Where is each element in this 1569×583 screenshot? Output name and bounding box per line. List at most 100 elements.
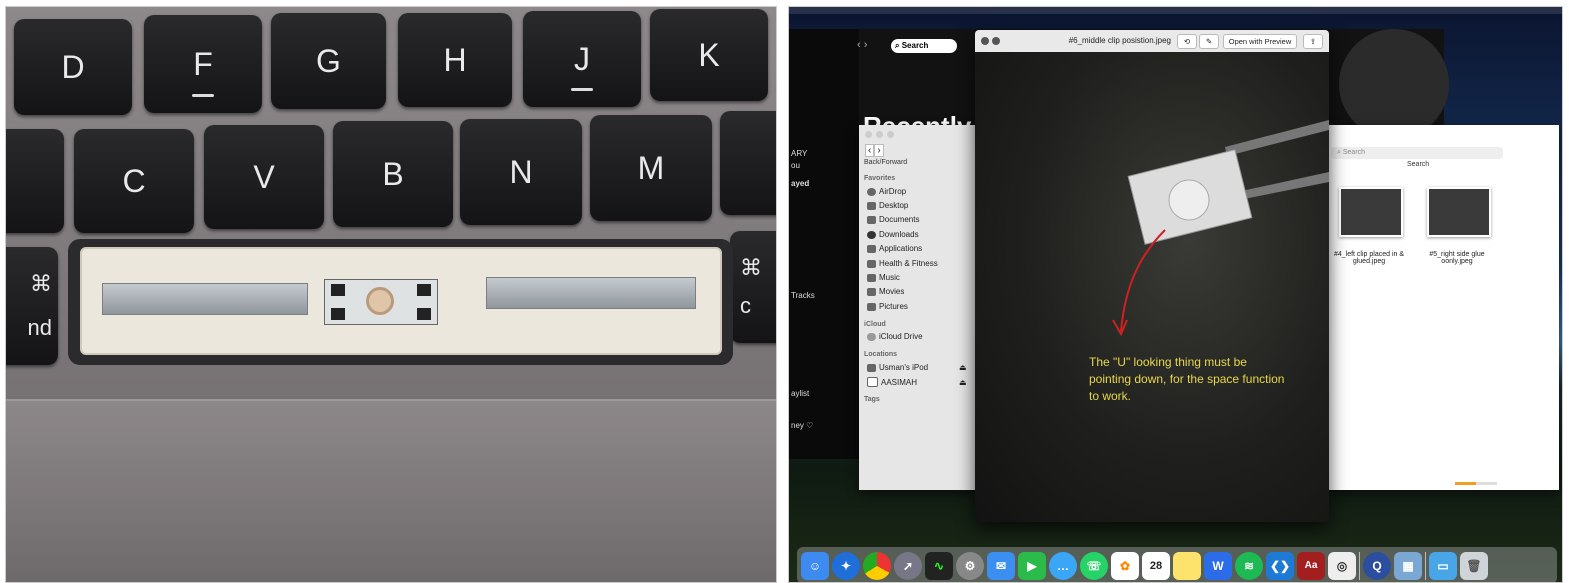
finder-search-input[interactable]: ⌕ Search [1331,147,1503,159]
music-sidebar-item[interactable]: ayed [791,179,809,188]
vscode-icon[interactable]: ❮❯ [1266,551,1294,580]
notes-icon[interactable] [1173,551,1201,580]
zoom-slider[interactable] [1455,482,1497,485]
sidebar-item-icloud-drive[interactable]: iCloud Drive [867,332,923,341]
chrome-icon[interactable] [863,551,891,580]
share-button[interactable]: ⇪ [1303,34,1323,49]
sidebar-item-health[interactable]: Health & Fitness [867,259,938,268]
spotify-icon[interactable]: ≋ [1235,551,1263,580]
key-h: H [398,13,512,107]
clip-corner [331,284,345,296]
screenshot-icon[interactable]: ◎ [1328,551,1356,580]
eject-icon[interactable]: ⏏ [959,378,967,387]
traffic-lights[interactable] [865,131,894,138]
album-art [1339,29,1449,139]
home-bump [571,88,593,91]
key-g: G [271,13,386,109]
rotate-button[interactable]: ⟲ [1177,34,1197,49]
back-forward-buttons[interactable]: ‹ › [865,144,884,157]
music-nav-arrows[interactable]: ‹ › [857,39,867,51]
folder-icon [867,259,876,268]
sidebar-item-movies[interactable]: Movies [867,287,904,296]
sidebar-item-label: Desktop [879,201,909,210]
sidebar-item-label: Applications [879,244,923,253]
markup-button[interactable]: ✎ [1199,34,1219,49]
file-name-5[interactable]: #5_right side glue oonly.jpeg [1415,251,1499,265]
key-b: B [333,121,453,227]
launchpad-icon[interactable]: ➚ [894,551,922,580]
music-search-label: Search [901,41,929,50]
safari-icon[interactable]: ✦ [832,551,860,580]
quicktime-icon[interactable]: Q [1363,551,1391,580]
messages-icon[interactable]: … [1049,551,1077,580]
dictionary-icon[interactable]: Aa [1297,551,1325,580]
sidebar-item-ipod[interactable]: Usman's iPod ⏏ [867,363,967,372]
tweezer-arm [1225,120,1329,156]
sidebar-item-music[interactable]: Music [867,273,900,282]
whatsapp-icon[interactable]: ☏ [1080,551,1108,580]
trash-icon[interactable]: 🗑 [1460,551,1488,580]
back-forward-label: Back/Forward [864,159,908,166]
key-label: ⌘ [30,271,52,296]
key-label: N [509,153,533,190]
music-sidebar-item[interactable]: ney ♡ [791,421,813,430]
open-with-preview-button[interactable]: Open with Preview [1223,34,1297,49]
menu-bar [789,7,1562,14]
back-icon[interactable]: ‹ [865,144,875,157]
wps-icon[interactable]: W [1204,551,1232,580]
facetime-icon[interactable]: ▶ [1018,551,1046,580]
clip-ring [366,287,394,315]
music-sidebar-item[interactable]: ARY [791,149,807,158]
file-thumbnail-5[interactable] [1427,187,1491,237]
key-n: N [460,119,582,225]
eject-icon[interactable]: ⏏ [959,363,967,372]
zoom-icon[interactable] [887,131,894,138]
sidebar-item-documents[interactable]: Documents [867,215,919,224]
system-preferences-icon[interactable]: ⚙ [956,551,984,580]
finder-content: ⌕ Search Search #4_left clip placed in &… [1327,125,1559,490]
close-icon[interactable] [981,37,989,45]
music-sidebar-item[interactable]: aylist [791,389,809,398]
sidebar-item-aasimah[interactable]: AASIMAH ⏏ [867,377,967,387]
movies-icon [867,287,876,296]
red-arrow [1120,229,1166,333]
key-label: G [316,42,341,79]
finder-search-placeholder: Search [1342,149,1366,156]
folder-icon[interactable]: ▭ [1429,551,1457,580]
key-v: V [204,125,324,229]
fullscreen-icon[interactable] [992,37,1000,45]
key-label: C [122,162,146,199]
key-label: c [740,293,751,318]
key-label: V [253,158,275,195]
mail-icon[interactable]: ✉ [987,551,1015,580]
sidebar-item-airdrop[interactable]: AirDrop [867,187,906,196]
sidebar-item-label: AASIMAH [881,377,918,387]
markup-icon: ✎ [1205,37,1213,46]
minimize-icon[interactable] [876,131,883,138]
sidebar-item-label: Music [879,273,900,282]
sidebar-item-label: Movies [879,287,905,296]
key-partial-left [6,129,64,233]
preview-icon[interactable]: ▦ [1394,551,1422,580]
sidebar-item-applications[interactable]: Applications [867,244,922,253]
clip-corner [417,284,431,296]
key-d: D [14,19,132,115]
music-search-field[interactable]: ⌕ Search [891,39,957,53]
music-sidebar-item[interactable]: ou [791,161,800,170]
sidebar-item-downloads[interactable]: Downloads [867,230,919,239]
finder-icon[interactable]: ☺ [801,551,829,580]
calendar-icon[interactable]: 28 [1142,551,1170,580]
forward-icon[interactable]: › [874,144,884,157]
quicklook-window: #6_middle clip posistion.jpeg ⟲ ✎ Open w… [975,30,1329,522]
music-sidebar-item[interactable]: Tracks [791,291,815,300]
photos-icon[interactable]: ✿ [1111,551,1139,580]
sidebar-item-label: AirDrop [879,187,907,196]
file-name-4[interactable]: #4_left clip placed in & glued.jpeg [1327,251,1411,265]
sidebar-item-desktop[interactable]: Desktop [867,201,908,210]
home-bump [192,94,214,97]
sidebar-item-pictures[interactable]: Pictures [867,302,908,311]
activity-monitor-icon[interactable]: ∿ [925,551,953,580]
file-thumbnail-4[interactable] [1339,187,1403,237]
close-icon[interactable] [865,131,872,138]
right-stabilizer-bar [486,277,696,309]
